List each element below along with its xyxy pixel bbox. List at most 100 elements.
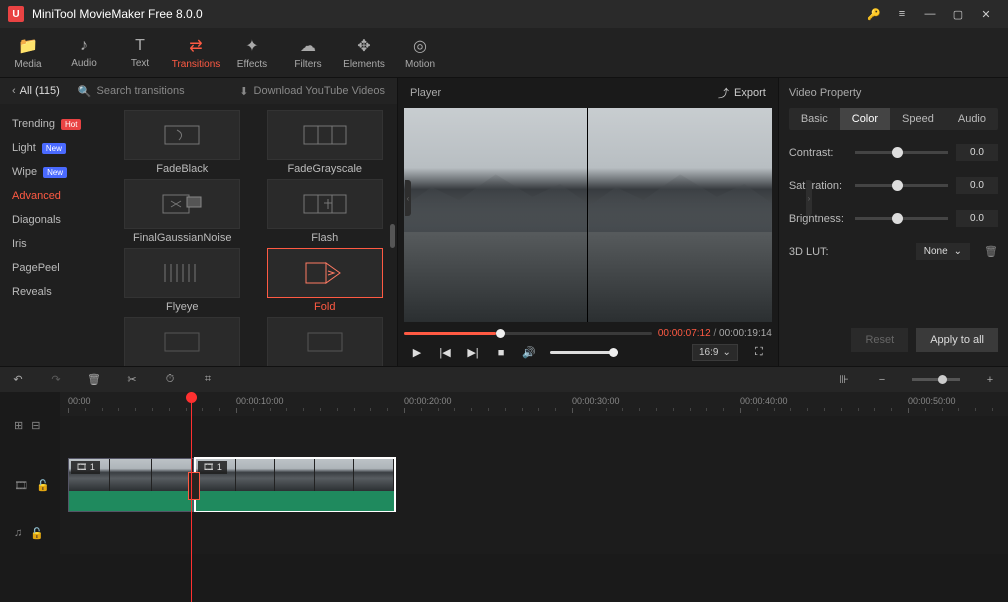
transition-fadeblack[interactable]: FadeBlack — [118, 110, 247, 175]
aspect-ratio-select[interactable]: 16:9 ⌄ — [692, 344, 738, 361]
tab-elements[interactable]: ✥Elements — [336, 28, 392, 77]
chevron-down-icon: ⌄ — [722, 347, 730, 358]
stop-button[interactable]: ■ — [494, 346, 508, 360]
tab-audio[interactable]: ♪Audio — [56, 28, 112, 77]
tab-media[interactable]: 📁Media — [0, 28, 56, 77]
transition-flyeye[interactable]: Flyeye — [118, 248, 247, 313]
timeline-ruler[interactable]: 00:0000:00:10:0000:00:20:0000:00:30:0000… — [60, 392, 1008, 416]
scrollbar-thumb[interactable] — [390, 224, 395, 248]
transition-thumb — [124, 179, 240, 229]
transition-fadegrayscale[interactable]: FadeGrayscale — [261, 110, 390, 175]
transition-item-6[interactable] — [118, 317, 247, 366]
next-frame-button[interactable]: ▶| — [466, 346, 480, 360]
prop-tab-basic[interactable]: Basic — [789, 108, 840, 130]
volume-slider[interactable] — [550, 351, 618, 354]
delete-button[interactable]: 🗑 — [86, 373, 102, 386]
speed-button[interactable]: ⏱ — [162, 373, 178, 386]
prop-slider[interactable] — [855, 184, 948, 187]
sidebar-item-advanced[interactable]: Advanced — [0, 184, 110, 208]
prop-tab-audio[interactable]: Audio — [946, 108, 998, 130]
tab-text[interactable]: TText — [112, 28, 168, 77]
prop-label: 3D LUT: — [789, 246, 847, 258]
transition-fold[interactable]: Fold — [261, 248, 390, 313]
panel-collapse-left[interactable]: ‹ — [405, 180, 411, 216]
search-icon: 🔍 — [78, 85, 92, 98]
lut-delete-icon[interactable]: 🗑 — [984, 245, 998, 258]
zoom-out-button[interactable]: − — [874, 374, 890, 386]
prop-slider[interactable] — [855, 151, 948, 154]
lock-icon[interactable]: 🔓 — [30, 527, 44, 540]
sidebar-item-label: Wipe — [12, 166, 37, 178]
lock-icon[interactable]: 🔓 — [36, 479, 50, 492]
tab-transitions[interactable]: ⇄Transitions — [168, 28, 224, 77]
sidebar-item-reveals[interactable]: Reveals — [0, 280, 110, 304]
sidebar-item-label: Trending — [12, 118, 55, 130]
cloud-icon: ☁ — [300, 36, 316, 56]
panel-collapse-right[interactable]: › — [806, 180, 812, 216]
undo-button[interactable]: ↶ — [10, 373, 26, 386]
trans-icon: ⇄ — [189, 36, 202, 56]
redo-button[interactable]: ↷ — [48, 373, 64, 386]
progress-bar[interactable] — [404, 332, 652, 335]
preview-panel: Player ⤴ Export 00:00:07:12 / 00:00:19:1… — [397, 78, 779, 366]
tab-filters[interactable]: ☁Filters — [280, 28, 336, 77]
sidebar-item-iris[interactable]: Iris — [0, 232, 110, 256]
close-button[interactable]: ✕ — [972, 0, 1000, 28]
zoom-slider[interactable] — [912, 378, 960, 381]
prop-value[interactable]: 0.0 — [956, 177, 998, 194]
video-clip[interactable]: 🎞 1 — [195, 458, 395, 512]
reset-button[interactable]: Reset — [851, 328, 908, 352]
tab-effects[interactable]: ✦Effects — [224, 28, 280, 77]
app-title: MiniTool MovieMaker Free 8.0.0 — [32, 7, 860, 21]
video-track: 🎞 🔓 🎞 1🎞 1 — [0, 458, 1008, 512]
preview-video[interactable] — [404, 108, 772, 322]
prop-tab-speed[interactable]: Speed — [890, 108, 946, 130]
sidebar-item-pagepeel[interactable]: PagePeel — [0, 256, 110, 280]
search-transitions[interactable]: 🔍 Search transitions — [78, 85, 221, 98]
zoom-in-button[interactable]: + — [982, 374, 998, 386]
audio-track-body[interactable] — [60, 512, 1008, 554]
transition-thumb — [267, 110, 383, 160]
split-button[interactable]: ✂ — [124, 373, 140, 386]
minimize-button[interactable]: — — [916, 0, 944, 28]
apply-to-all-button[interactable]: Apply to all — [916, 328, 998, 352]
volume-icon[interactable]: 🔊 — [522, 346, 536, 360]
export-button[interactable]: ⤴ Export — [718, 85, 766, 101]
playhead[interactable] — [191, 392, 192, 602]
prop-value[interactable]: 0.0 — [956, 210, 998, 227]
prop-value[interactable]: 0.0 — [956, 144, 998, 161]
transition-finalgaussiannoise[interactable]: FinalGaussianNoise — [118, 179, 247, 244]
sidebar-item-diagonals[interactable]: Diagonals — [0, 208, 110, 232]
transition-item-7[interactable] — [261, 317, 390, 366]
lut-select[interactable]: None⌄ — [916, 243, 970, 260]
download-youtube-link[interactable]: ⬇ Download YouTube Videos — [239, 85, 385, 98]
export-label: Export — [734, 87, 766, 99]
prop-slider[interactable] — [855, 217, 948, 220]
transition-label: FadeBlack — [156, 163, 208, 175]
sidebar-item-wipe[interactable]: WipeNew — [0, 160, 110, 184]
auto-fit-button[interactable]: ⊪ — [836, 373, 852, 386]
tab-motion[interactable]: ◎Motion — [392, 28, 448, 77]
motion-icon: ◎ — [413, 36, 427, 56]
menu-icon[interactable]: ≡ — [888, 0, 916, 28]
prev-frame-button[interactable]: |◀ — [438, 346, 452, 360]
fullscreen-button[interactable]: ⛶ — [752, 346, 766, 360]
property-title: Video Property — [789, 78, 998, 108]
clip-badge: 🎞 1 — [71, 461, 100, 474]
transition-marker[interactable] — [188, 472, 200, 500]
license-key-icon[interactable]: 🔑 — [860, 0, 888, 28]
sidebar-item-light[interactable]: LightNew — [0, 136, 110, 160]
prop-tab-color[interactable]: Color — [840, 108, 890, 130]
category-all[interactable]: All (115) — [12, 85, 60, 97]
folder-icon: 📁 — [18, 36, 38, 56]
sidebar-item-label: Diagonals — [12, 214, 61, 226]
video-track-body[interactable]: 🎞 1 🎞 1 — [60, 458, 1008, 512]
video-clip[interactable]: 🎞 1 — [68, 458, 194, 512]
crop-button[interactable]: ⌗ — [200, 373, 216, 386]
play-button[interactable]: ▶ — [410, 346, 424, 360]
transition-flash[interactable]: Flash — [261, 179, 390, 244]
current-time: 00:00:07:12 — [658, 328, 711, 339]
transition-thumb — [124, 317, 240, 366]
sidebar-item-trending[interactable]: TrendingHot — [0, 112, 110, 136]
maximize-button[interactable]: ▢ — [944, 0, 972, 28]
